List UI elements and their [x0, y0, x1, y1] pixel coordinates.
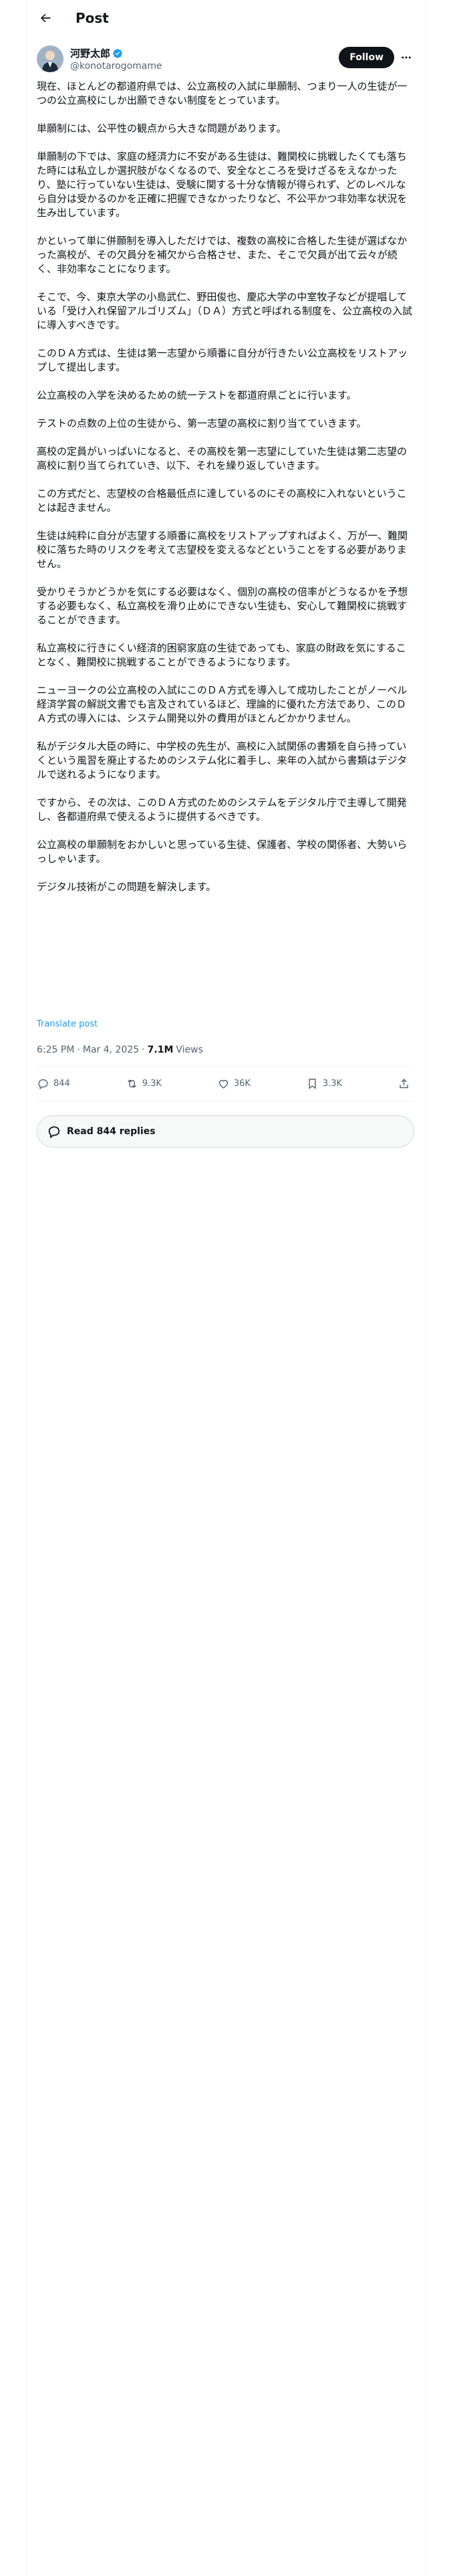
bookmark-count: 3.3K — [322, 1078, 343, 1089]
post-paragraph: 私立高校に行きにくい経済的困窮家庭の生徒であっても、家庭の財政を気にすることなく… — [37, 642, 406, 668]
post-text: 現在、ほとんどの都道府県では、公立高校の入試に単願制、つまり一人の生徒が一つの公… — [37, 80, 414, 894]
post-paragraph: 現在、ほとんどの都道府県では、公立高校の入試に単願制、つまり一人の生徒が一つの公… — [37, 80, 408, 106]
repost-count: 9.3K — [142, 1078, 162, 1089]
heart-icon — [218, 1079, 229, 1089]
follow-button[interactable]: Follow — [339, 47, 394, 68]
user-handle[interactable]: @konotarogomame — [70, 61, 162, 72]
post-time[interactable]: 6:25 PM — [37, 1045, 74, 1055]
author-row: 河野太郎 @konotarogomame Follow — [37, 44, 414, 74]
reply-count: 844 — [53, 1078, 70, 1089]
avatar[interactable] — [37, 45, 63, 72]
back-arrow-icon — [41, 13, 51, 22]
post-paragraph: 受かりそうかどうかを気にする必要はなく、個別の高校の倍率がどうなるかを予想する必… — [37, 586, 408, 626]
action-bar: 844 9.3K 36K 3.3K — [37, 1068, 414, 1099]
post-paragraph: かといって単に併願制を導入しただけでは、複数の高校に合格した生徒が選ばなかった高… — [37, 235, 408, 275]
post-paragraph: 単願制には、公平性の観点から大きな問題があります。 — [37, 122, 287, 134]
post-paragraph: 高校の定員がいっぱいになると、その高校を第一志望にしていた生徒は第二志望の高校に… — [37, 445, 407, 471]
more-options-icon[interactable] — [398, 49, 414, 66]
author-names: 河野太郎 @konotarogomame — [70, 46, 162, 72]
post-paragraph: そこで、今、東京大学の小島武仁、野田俊也、慶応大学の中室牧子などが提唱している「… — [37, 291, 413, 331]
post-paragraph: デジタル技術がこの問題を解決します。 — [37, 881, 216, 893]
post-paragraph: テストの点数の上位の生徒から、第一志望の高校に割り当てていきます。 — [37, 417, 367, 429]
post-paragraph: 生徒は純粋に自分が志望する順番に高校をリストアップすればよく、万が一、難関校に落… — [37, 530, 408, 570]
post-paragraph: この方式だと、志望校の合格最低点に達しているのにその高校に入れないということは起… — [37, 488, 407, 514]
views-count: 7.1M — [147, 1045, 174, 1055]
share-button[interactable] — [398, 1077, 414, 1090]
post-paragraph: このＤＡ方式は、生徒は第一志望から順番に自分が行きたい公立高校をリストアップして… — [37, 347, 408, 373]
post-meta: 6:25 PM · Mar 4, 2025 · 7.1M Views — [37, 1045, 203, 1055]
main-column: Post 河野太郎 @konotarogomame Follow 現在、ほとんど… — [25, 0, 426, 2576]
avatar-image — [37, 45, 63, 72]
bookmark-icon — [309, 1078, 316, 1089]
post-paragraph: 単願制の下では、家庭の経済力に不安がある生徒は、難関校に挑戦したくても落ちた時に… — [37, 150, 408, 219]
like-button[interactable]: 36K — [217, 1077, 251, 1090]
repost-button[interactable]: 9.3K — [126, 1077, 162, 1090]
post-paragraph: 公立高校の入学を決めるための統一テストを都道府県ごとに行います。 — [37, 389, 357, 401]
post-paragraph: 私がデジタル大臣の時に、中学校の先生が、高校に入試関係の書類を自ら持っていくとい… — [37, 740, 408, 780]
like-count: 36K — [233, 1078, 251, 1089]
page-title: Post — [76, 9, 109, 26]
read-replies-button[interactable]: Read 844 replies — [37, 1115, 414, 1148]
repost-icon — [127, 1079, 136, 1088]
reply-button[interactable]: 844 — [37, 1077, 70, 1090]
back-button[interactable] — [34, 7, 57, 29]
bookmark-button[interactable]: 3.3K — [306, 1077, 342, 1090]
views-label: Views — [176, 1045, 203, 1055]
display-name[interactable]: 河野太郎 — [70, 46, 110, 60]
translate-post-link[interactable]: Translate post — [37, 1019, 98, 1029]
post-paragraph: 公立高校の単願制をおかしいと思っている生徒、保護者、学校の関係者、大勢いらっしゃ… — [37, 839, 408, 865]
reply-icon — [38, 1079, 48, 1089]
reply-bubble-icon — [48, 1126, 60, 1138]
post-paragraph: ですから、その次は、このＤＡ方式のためのシステムをデジタル庁で主導して開発し、各… — [37, 796, 407, 823]
post-paragraph: ニューヨークの公立高校の入試にこのＤＡ方式を導入して成功したことがノーベル経済学… — [37, 684, 408, 724]
share-icon — [400, 1078, 408, 1088]
read-replies-label: Read 844 replies — [67, 1126, 156, 1137]
verified-badge-icon — [112, 48, 123, 59]
post-date[interactable]: Mar 4, 2025 — [83, 1045, 139, 1055]
top-bar: Post — [26, 0, 425, 35]
divider — [37, 1066, 414, 1067]
